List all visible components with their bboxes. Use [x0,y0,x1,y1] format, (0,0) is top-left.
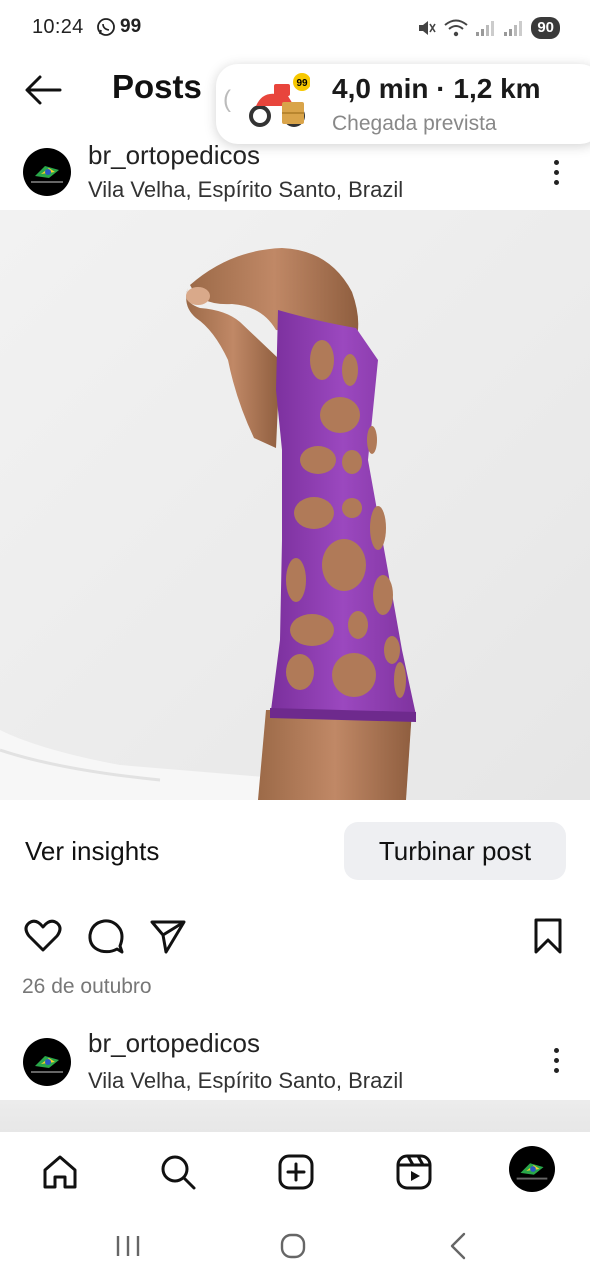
bottom-navigation [0,1132,590,1212]
recent-apps-icon[interactable] [110,1228,146,1264]
reels-icon[interactable] [394,1152,434,1192]
post-location[interactable]: Vila Velha, Espírito Santo, Brazil [88,1068,403,1094]
obscured-text: ( [223,86,231,113]
avatar[interactable] [23,148,71,196]
wrist-cast-photo [0,248,416,800]
post-location[interactable]: Vila Velha, Espírito Santo, Brazil [88,177,403,203]
brand-logo-icon [31,1056,63,1073]
signal-icon [476,21,495,36]
home-icon[interactable] [40,1152,80,1192]
back-chevron-icon[interactable] [441,1228,477,1264]
post-header: br_ortopedicos Vila Velha, Espírito Sant… [0,140,590,210]
delivery-subtitle: Chegada prevista [332,112,497,135]
view-insights-link[interactable]: Ver insights [25,836,159,867]
battery-indicator: 90 [531,17,560,39]
delivery-eta-text: 4,0 min · 1,2 km [332,73,541,104]
post-username[interactable]: br_ortopedicos [88,140,260,171]
page-title: Posts [112,68,202,105]
next-post-header: br_ortopedicos Vila Velha, Espírito Sant… [0,1028,590,1100]
brand-logo-icon [516,1163,548,1180]
more-options-icon[interactable] [548,160,564,190]
status-icons: 90 [417,17,560,39]
mute-icon [419,21,436,35]
notification-count: 99 [120,16,142,37]
home-circle-icon[interactable] [275,1228,311,1264]
share-send-icon[interactable] [148,916,188,956]
post-image[interactable] [0,210,590,800]
profile-avatar[interactable] [509,1146,555,1192]
brand-logo-icon [31,166,63,183]
status-bar: 10:24 99 90 [0,0,590,58]
create-post-icon[interactable] [276,1152,316,1192]
boost-post-button[interactable]: Turbinar post [344,822,566,880]
more-options-icon[interactable] [548,1048,564,1078]
back-arrow-icon[interactable] [22,72,64,108]
whatsapp-icon [97,18,115,36]
delivery-eta-banner[interactable]: 99 4,0 min · 1,2 km Chegada prevista [216,64,590,144]
delivery-badge: 99 [296,78,308,89]
next-post-image[interactable] [0,1100,590,1132]
system-navigation [0,1212,590,1280]
post-date: 26 de outubro [22,975,152,998]
avatar[interactable] [23,1038,71,1086]
save-bookmark-icon[interactable] [528,916,568,956]
search-icon[interactable] [158,1152,198,1192]
wifi-icon [444,19,468,37]
post-username[interactable]: br_ortopedicos [88,1028,260,1059]
signal-icon-2 [504,21,523,36]
delivery-motorcycle-icon: 99 [249,73,310,127]
comment-icon[interactable] [86,916,126,956]
status-time: 10:24 [32,16,84,38]
like-heart-icon[interactable] [23,916,63,956]
